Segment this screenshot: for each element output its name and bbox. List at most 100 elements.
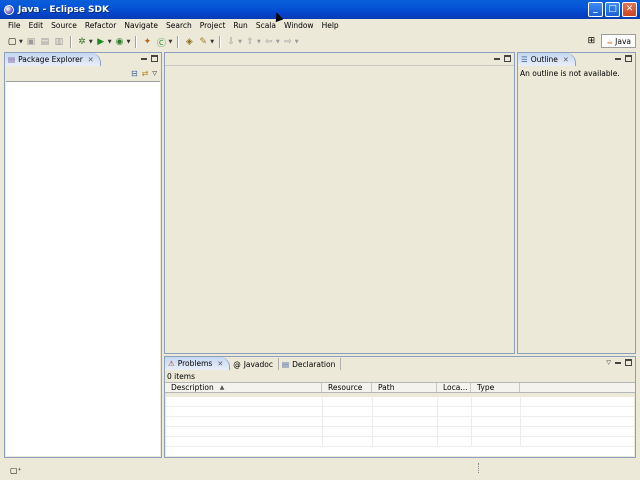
package-explorer-view: ▤ Package Explorer ✕ ⊟ ⇄ ▽ [4,52,162,458]
menu-help[interactable]: Help [318,21,343,30]
title-bar[interactable]: Java - Eclipse SDK _ □ ✕ [0,0,640,19]
minimize-view-icon[interactable] [615,362,621,364]
forward-icon[interactable]: ⇨ [282,35,294,49]
bottom-panel: ⚠ Problems ✕ @ Javadoc ▤ Declaration ▽ 0… [164,356,636,458]
menu-project[interactable]: Project [196,21,230,30]
tab-javadoc[interactable]: @ Javadoc [230,358,280,370]
back-icon[interactable]: ⇦ [263,35,275,49]
outline-header: ☰ Outline ✕ [518,53,635,66]
maximize-view-icon[interactable] [504,55,511,62]
minimize-view-icon[interactable] [494,58,500,60]
next-annotation-icon[interactable]: ⇩ [225,35,237,49]
column-header-path[interactable]: Path [372,383,437,392]
column-header-type[interactable]: Type [471,383,520,392]
view-menu-icon[interactable]: ▽ [152,70,157,77]
outline-view: ☰ Outline ✕ An outline is not available. [517,52,636,354]
back-dropdown-icon[interactable]: ▼ [276,39,280,45]
column-header-location[interactable]: Loca... [437,383,471,392]
menu-run[interactable]: Run [229,21,251,30]
prev-annotation-icon[interactable]: ⇧ [244,35,256,49]
table-row [166,437,634,447]
menu-source[interactable]: Source [47,21,81,30]
maximize-view-icon[interactable] [151,55,158,62]
table-row [166,417,634,427]
java-perspective-icon: ☕ [606,36,614,46]
problems-table-body[interactable] [166,397,634,456]
toolbar-separator [177,36,179,48]
maximize-view-icon[interactable] [625,359,632,366]
link-with-editor-icon[interactable]: ⇄ [142,69,149,78]
toolbar-separator [69,36,71,48]
close-tab-icon[interactable]: ✕ [563,56,569,64]
maximize-button[interactable]: □ [605,2,620,17]
run-icon[interactable]: ▶ [95,35,107,49]
minimize-button[interactable]: _ [588,2,603,17]
open-perspective-icon[interactable]: ⊞ [584,34,598,48]
search-dropdown-icon[interactable]: ▼ [210,39,214,45]
view-menu-icon[interactable]: ▽ [606,359,611,366]
problems-table-header: Description ▲ Resource Path Loca... Type [165,382,635,393]
new-icon[interactable]: ▢ [6,35,18,49]
view-controls: ▽ [606,359,632,366]
toolbar-separator [219,36,221,48]
menu-window[interactable]: Window [280,21,318,30]
run-dropdown-icon[interactable]: ▼ [108,39,112,45]
menu-file[interactable]: File [4,21,25,30]
outline-message: An outline is not available. [520,69,620,78]
new-java-project-icon[interactable]: ✦ [141,35,153,49]
menu-edit[interactable]: Edit [25,21,48,30]
close-tab-icon[interactable]: ✕ [217,360,223,368]
editor-area[interactable] [164,52,515,354]
sort-ascending-icon: ▲ [219,384,225,391]
debug-icon[interactable]: ✲ [76,35,88,49]
window-controls: _ □ ✕ [588,2,637,17]
eclipse-logo-icon [4,4,14,15]
new-class-dropdown-icon[interactable]: ▼ [168,39,172,45]
collapse-all-icon[interactable]: ⊟ [131,69,138,78]
outline-label: Outline [530,55,558,64]
menu-refactor[interactable]: Refactor [81,21,120,30]
package-explorer-toolbar: ⊟ ⇄ ▽ [5,66,161,81]
search-icon[interactable]: ✎ [197,35,209,49]
tab-outline[interactable]: ☰ Outline ✕ [518,53,576,66]
view-controls [494,55,511,62]
save-all-icon[interactable]: ▤ [39,35,51,49]
external-tools-icon[interactable]: ◉ [114,35,126,49]
save-icon[interactable]: ▣ [25,35,37,49]
menu-search[interactable]: Search [162,21,196,30]
external-tools-dropdown-icon[interactable]: ▼ [127,39,131,45]
open-type-icon[interactable]: ◈ [183,35,195,49]
tab-package-explorer[interactable]: ▤ Package Explorer ✕ [5,53,101,66]
new-class-icon[interactable]: Ⓒ [155,35,167,49]
view-controls [141,55,158,62]
table-row [166,397,634,407]
status-bar-separator [478,463,479,473]
fast-view-icon[interactable]: ▢⁺ [10,466,22,475]
java-perspective-button[interactable]: ☕ Java [601,34,636,48]
items-count: 0 items [167,372,196,381]
java-perspective-label: Java [615,36,631,46]
column-header-description[interactable]: Description ▲ [165,383,322,392]
print-icon[interactable]: ▥ [53,35,65,49]
next-annotation-dropdown-icon[interactable]: ▼ [238,39,242,45]
minimize-view-icon[interactable] [615,58,621,60]
main-toolbar: ▢ ▼ ▣ ▤ ▥ ✲ ▼ ▶ ▼ ◉ ▼ ✦ Ⓒ ▼ ◈ ✎ ▼ ⇩ ▼ ⇧ ▼ ⇦ ▼ ⇨ ▼ [0,32,640,52]
maximize-view-icon[interactable] [625,55,632,62]
outline-icon: ☰ [521,55,528,64]
menu-navigate[interactable]: Navigate [120,21,162,30]
table-row [166,407,634,417]
prev-annotation-dropdown-icon[interactable]: ▼ [257,39,261,45]
package-explorer-tree[interactable] [6,81,160,456]
forward-dropdown-icon[interactable]: ▼ [295,39,299,45]
close-button[interactable]: ✕ [622,2,637,17]
column-header-resource[interactable]: Resource [322,383,372,392]
tab-problems[interactable]: ⚠ Problems ✕ [165,357,231,370]
close-tab-icon[interactable]: ✕ [88,56,94,64]
tab-declaration[interactable]: ▤ Declaration [279,358,342,370]
javadoc-icon: @ [233,359,241,369]
minimize-view-icon[interactable] [141,58,147,60]
debug-dropdown-icon[interactable]: ▼ [89,39,93,45]
package-explorer-icon: ▤ [8,55,16,64]
new-dropdown-icon[interactable]: ▼ [19,39,23,45]
menu-scala[interactable]: Scala [252,21,280,30]
